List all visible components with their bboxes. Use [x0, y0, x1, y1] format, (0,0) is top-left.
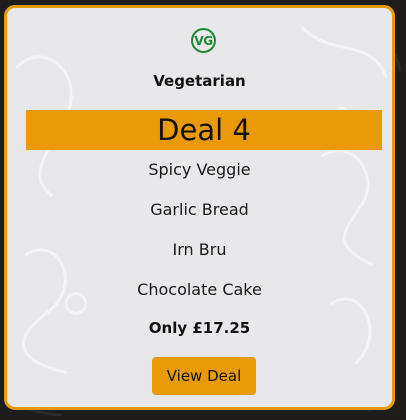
deal-title-band: Deal 4	[26, 110, 382, 150]
category-label: Vegetarian	[153, 72, 246, 90]
deal-title: Deal 4	[157, 113, 251, 147]
vegetarian-badge-icon: VG	[191, 28, 216, 53]
view-deal-button[interactable]: View Deal	[152, 357, 256, 395]
deal-price: Only £17.25	[148, 319, 251, 337]
deal-item-2: Garlic Bread	[150, 200, 249, 219]
deal-card: VG Vegetarian Deal 4 Spicy Veggie Garlic…	[4, 5, 395, 410]
deal-item-3: Irn Bru	[172, 240, 227, 259]
deal-item-1: Spicy Veggie	[148, 160, 251, 179]
badge-text: VG	[194, 33, 213, 48]
deal-item-4: Chocolate Cake	[137, 280, 262, 299]
